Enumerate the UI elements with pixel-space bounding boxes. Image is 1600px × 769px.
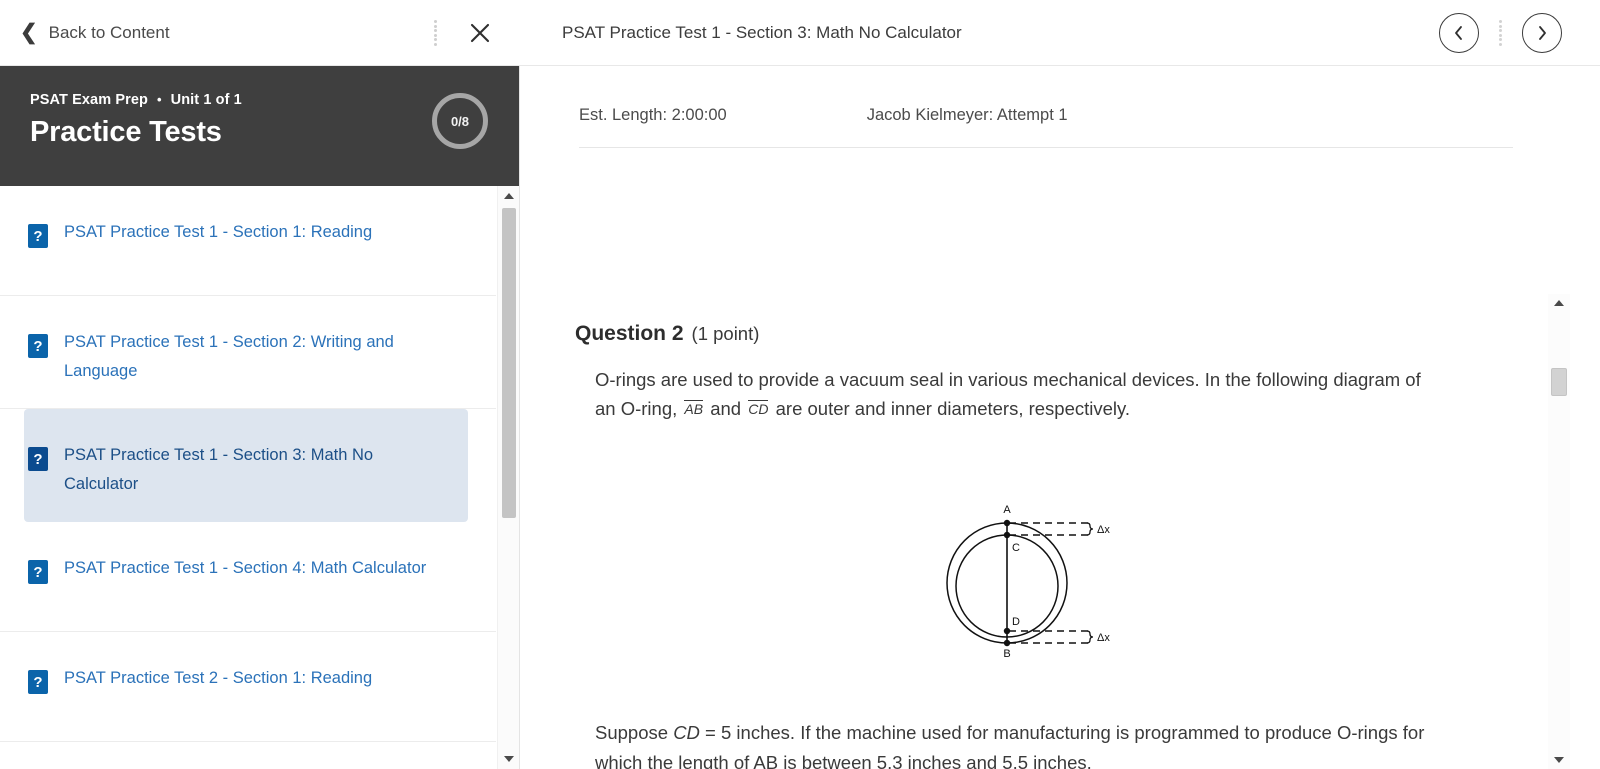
breadcrumb-separator: •	[156, 91, 162, 107]
delta-x-bottom-label: Δx	[1097, 632, 1110, 644]
prompt2-part-1: Suppose	[595, 722, 674, 743]
sidebar-item-test1-section1[interactable]: ? PSAT Practice Test 1 - Section 1: Read…	[0, 186, 496, 296]
sidebar-item-test1-section2[interactable]: ? PSAT Practice Test 1 - Section 2: Writ…	[0, 296, 496, 409]
question-points: (1 point)	[691, 323, 760, 344]
chevron-left-circle-icon	[1455, 26, 1462, 40]
quiz-question-icon: ?	[28, 334, 48, 358]
navigation-kebab-icon[interactable]	[1499, 20, 1502, 46]
navigation-controls	[1439, 0, 1562, 66]
course-name: PSAT Exam Prep	[30, 92, 148, 108]
sidebar-item-label: PSAT Practice Test 1 - Section 4: Math C…	[64, 559, 427, 577]
question-prompt-continued: Suppose CD = 5 inches. If the machine us…	[595, 718, 1425, 769]
delta-x-top-label: Δx	[1097, 524, 1110, 536]
sidebar-item-label: PSAT Practice Test 1 - Section 1: Readin…	[64, 223, 373, 241]
sidebar: PSAT Exam Prep • Unit 1 of 1 Practice Te…	[0, 66, 520, 769]
sidebar-item-label: PSAT Practice Test 1 - Section 3: Math N…	[64, 446, 374, 493]
kebab-menu-icon[interactable]	[434, 20, 437, 46]
back-to-content-label: Back to Content	[48, 23, 170, 42]
content-scroll-down-button[interactable]	[1548, 751, 1570, 769]
scroll-up-arrow-icon	[1554, 300, 1564, 306]
brace-bottom-icon	[1086, 630, 1094, 644]
o-ring-figure: A C D B Δx Δx	[946, 504, 1110, 660]
next-button[interactable]	[1522, 13, 1562, 53]
close-icon	[470, 23, 490, 43]
content-scrollbar-thumb[interactable]	[1551, 368, 1567, 396]
quiz-meta-bar: Est. Length: 2:00:00 Jacob Kielmeyer: At…	[579, 106, 1513, 148]
top-bar: ❮ Back to Content PSAT Practice Test 1 -…	[0, 0, 1600, 66]
sidebar-item-test2-section1[interactable]: ? PSAT Practice Test 2 - Section 1: Read…	[0, 632, 496, 742]
scroll-down-arrow-icon	[1554, 757, 1564, 763]
attempt-info: Jacob Kielmeyer: Attempt 1	[866, 106, 1068, 124]
cd-italic-label: CD	[673, 722, 700, 743]
sidebar-scroll-down-button[interactable]	[498, 749, 520, 769]
document-title: PSAT Practice Test 1 - Section 3: Math N…	[562, 23, 962, 42]
sidebar-item-test1-section4[interactable]: ? PSAT Practice Test 1 - Section 4: Math…	[0, 522, 496, 632]
previous-button[interactable]	[1439, 13, 1479, 53]
quiz-question-icon: ?	[28, 560, 48, 584]
quiz-question-icon: ?	[28, 224, 48, 248]
sidebar-scrollbar[interactable]	[497, 186, 519, 769]
sidebar-scroll-up-button[interactable]	[498, 186, 520, 206]
sidebar-item-test1-section3[interactable]: ? PSAT Practice Test 1 - Section 3: Math…	[24, 409, 468, 522]
sidebar-item-label: PSAT Practice Test 1 - Section 2: Writin…	[64, 333, 394, 380]
estimated-length: Est. Length: 2:00:00	[579, 106, 727, 124]
question-header: Question 2 (1 point)	[575, 322, 759, 346]
content-scrollbar[interactable]	[1548, 294, 1570, 769]
chevron-left-icon: ❮	[20, 20, 38, 44]
progress-count: 0/8	[450, 113, 470, 129]
question-pane: Question 2 (1 point) O-rings are used to…	[521, 222, 1600, 769]
sidebar-item-list: ? PSAT Practice Test 1 - Section 1: Read…	[0, 186, 520, 769]
point-c-label: C	[1012, 542, 1020, 554]
point-b-label: B	[1003, 648, 1010, 660]
close-button[interactable]	[462, 15, 498, 51]
question-prompt: O-rings are used to provide a vacuum sea…	[595, 366, 1425, 423]
segment-cd-label: CD	[748, 399, 769, 417]
back-to-content-button[interactable]: ❮ Back to Content	[20, 0, 170, 66]
sidebar-item-label: PSAT Practice Test 2 - Section 1: Readin…	[64, 669, 373, 687]
unit-number: Unit 1 of 1	[170, 92, 242, 108]
content-scroll-up-button[interactable]	[1548, 294, 1570, 312]
scroll-down-arrow-icon	[504, 756, 514, 762]
quiz-question-icon: ?	[28, 670, 48, 694]
quiz-question-icon: ?	[28, 447, 48, 471]
segment-ab-label: AB	[684, 399, 704, 417]
scroll-up-arrow-icon	[504, 193, 514, 199]
o-ring-diagram: A C D B Δx Δx	[919, 480, 1119, 685]
unit-title: Practice Tests	[30, 116, 222, 148]
prompt2-part-3: is between 5.3 inches and 5.5 inches,	[778, 752, 1092, 769]
question-number: Question 2	[575, 322, 684, 345]
unit-breadcrumb: PSAT Exam Prep • Unit 1 of 1	[30, 92, 491, 108]
chevron-right-circle-icon	[1539, 26, 1546, 40]
brace-top-icon	[1086, 522, 1094, 536]
prompt-part-3: are outer and inner diameters, respectiv…	[770, 397, 1131, 419]
segment-ab-label-2: AB	[753, 752, 779, 769]
progress-ring: 0/8	[432, 93, 488, 149]
unit-header: PSAT Exam Prep • Unit 1 of 1 Practice Te…	[0, 66, 519, 186]
sidebar-scrollbar-thumb[interactable]	[502, 208, 516, 518]
point-a-label: A	[1003, 504, 1011, 516]
prompt-part-2: and	[705, 397, 747, 419]
main-content: Est. Length: 2:00:00 Jacob Kielmeyer: At…	[521, 66, 1600, 769]
point-d-label: D	[1012, 616, 1020, 628]
